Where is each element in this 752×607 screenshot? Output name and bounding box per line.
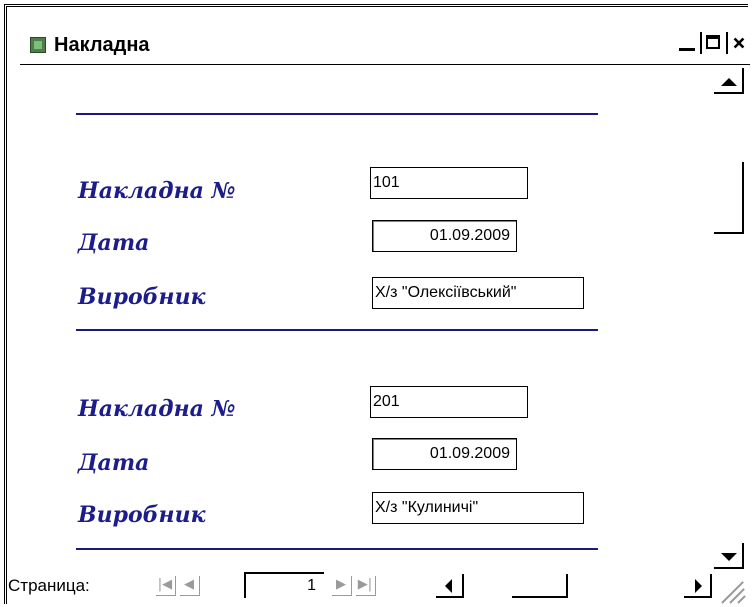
- title-bar[interactable]: Накладна ×: [20, 26, 750, 65]
- horizontal-scroll-thumb[interactable]: [512, 574, 568, 598]
- title-button-divider: [700, 32, 702, 54]
- arrow-right-icon: [695, 579, 702, 593]
- scroll-down-button[interactable]: [714, 543, 744, 571]
- scroll-left-button[interactable]: [436, 574, 464, 598]
- section-separator: [76, 113, 598, 115]
- arrow-left-icon: [445, 579, 452, 593]
- page-label: Страница:: [8, 576, 90, 595]
- invoice-number-label: Накладна №: [78, 178, 236, 204]
- close-button[interactable]: ×: [729, 32, 749, 55]
- first-page-button[interactable]: |◀: [154, 574, 176, 596]
- invoice-number-label: Накладна №: [78, 396, 236, 422]
- producer-label: Виробник: [78, 284, 206, 310]
- window-title: Накладна: [54, 34, 150, 56]
- vertical-scrollbar[interactable]: [712, 66, 746, 591]
- scroll-thumb[interactable]: [714, 162, 744, 234]
- previous-page-button[interactable]: ◀: [178, 574, 200, 596]
- producer-field[interactable]: Х/з "Олексіївський": [372, 277, 584, 309]
- arrow-down-icon: [721, 553, 737, 561]
- last-page-button[interactable]: ▶|: [354, 574, 376, 596]
- record-navigation-bar: Страница: |◀ ◀ 1 ▶ ▶|: [4, 566, 714, 604]
- date-field[interactable]: 01.09.2009: [372, 438, 517, 470]
- arrow-up-icon: [721, 78, 737, 86]
- invoice-number-field[interactable]: 101: [370, 167, 528, 199]
- section-separator: [76, 548, 598, 550]
- scroll-right-button[interactable]: [684, 574, 712, 598]
- producer-label: Виробник: [78, 502, 206, 528]
- maximize-button[interactable]: [703, 32, 723, 54]
- date-field[interactable]: 01.09.2009: [372, 220, 517, 252]
- title-button-divider: [726, 32, 728, 54]
- invoice-number-field[interactable]: 201: [370, 386, 528, 418]
- resize-grip-icon[interactable]: [714, 572, 748, 604]
- scroll-up-button[interactable]: [714, 68, 744, 96]
- page-number-input[interactable]: 1: [244, 572, 324, 598]
- date-label: Дата: [78, 450, 150, 476]
- producer-field[interactable]: Х/з "Кулиничі": [372, 492, 584, 524]
- next-page-button[interactable]: ▶: [330, 574, 352, 596]
- minimize-button[interactable]: [677, 32, 697, 54]
- date-label: Дата: [78, 230, 150, 256]
- form-icon: [30, 37, 46, 53]
- section-separator: [76, 329, 598, 331]
